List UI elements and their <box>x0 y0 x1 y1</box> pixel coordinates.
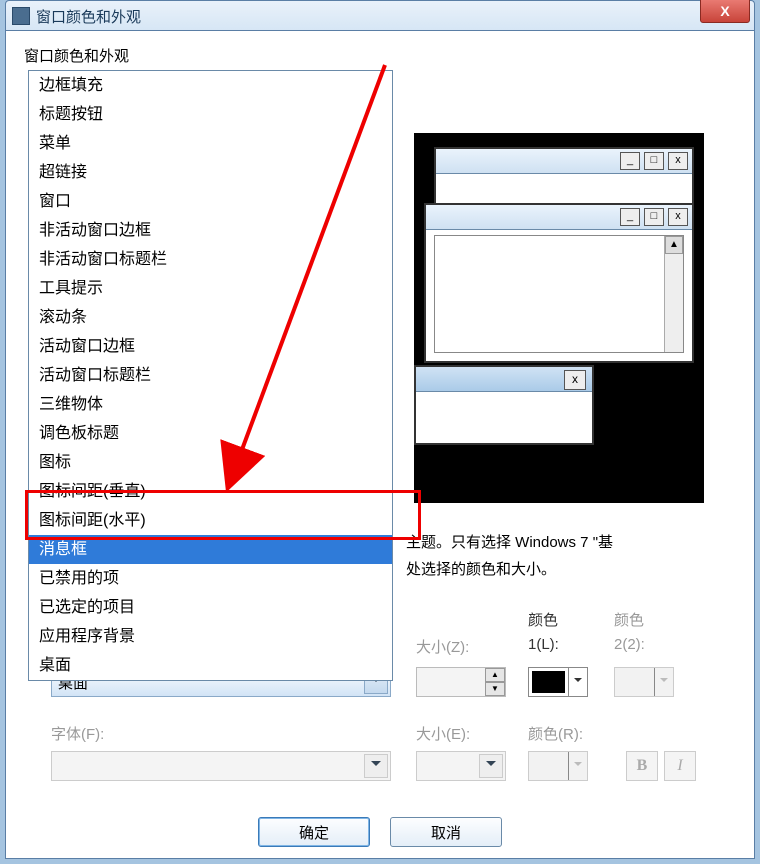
dropdown-option[interactable]: 超链接 <box>29 158 392 187</box>
font-size-combobox <box>416 751 506 781</box>
preview-area: _ □ x _ □ x ▲ x <box>414 133 704 503</box>
titlebar: 窗口颜色和外观 X <box>5 0 755 31</box>
chevron-down-icon <box>479 754 503 778</box>
desc-line2: 处选择的颜色和大小。 <box>406 561 556 578</box>
panel-title: 窗口颜色和外观 <box>24 45 736 66</box>
label-color2-hdr: 颜色 <box>614 609 644 630</box>
item-dropdown-list[interactable]: 边框填充标题按钮菜单超链接窗口非活动窗口边框非活动窗口标题栏工具提示滚动条活动窗… <box>28 70 393 681</box>
dropdown-option[interactable]: 菜单 <box>29 129 392 158</box>
italic-button: I <box>664 751 696 781</box>
cancel-button[interactable]: 取消 <box>390 817 502 847</box>
max-icon: □ <box>644 152 664 170</box>
font-color-button <box>528 751 588 781</box>
dropdown-option[interactable]: 标题按钮 <box>29 100 392 129</box>
preview-titlebar: _ □ x <box>436 149 692 174</box>
preview-message-box: x <box>414 365 594 445</box>
label-color3: 颜色(R): <box>528 723 583 744</box>
dropdown-option[interactable]: 窗口 <box>29 187 392 216</box>
dropdown-option[interactable]: 边框填充 <box>29 71 392 100</box>
dropdown-option[interactable]: 图标 <box>29 448 392 477</box>
dropdown-option[interactable]: 工具提示 <box>29 274 392 303</box>
dropdown-option[interactable]: 滚动条 <box>29 303 392 332</box>
label-size2: 大小(E): <box>416 723 470 744</box>
dropdown-option[interactable]: 非活动窗口标题栏 <box>29 245 392 274</box>
ok-button[interactable]: 确定 <box>258 817 370 847</box>
max-icon: □ <box>644 208 664 226</box>
min-icon: _ <box>620 152 640 170</box>
dropdown-option[interactable]: 应用程序背景 <box>29 622 392 651</box>
dropdown-option[interactable]: 已禁用的项 <box>29 564 392 593</box>
font-combobox <box>51 751 391 781</box>
dropdown-option[interactable]: 消息框 <box>29 535 392 564</box>
label-font: 字体(F): <box>51 723 104 744</box>
chevron-down-icon[interactable] <box>568 668 587 696</box>
description-text: 主题。只有选择 Windows 7 "基 处选择的颜色和大小。 <box>406 529 724 583</box>
close-icon: x <box>668 208 688 226</box>
chevron-down-icon <box>364 754 388 778</box>
label-color1: 1(L): <box>528 636 559 653</box>
preview-active-window: _ □ x ▲ <box>424 203 694 363</box>
dropdown-option[interactable]: 图标间距(垂直) <box>29 477 392 506</box>
dropdown-option[interactable]: 三维物体 <box>29 390 392 419</box>
desc-line1: 主题。只有选择 Windows 7 "基 <box>406 534 613 551</box>
color1-button[interactable] <box>528 667 588 697</box>
label-color1-hdr: 颜色 <box>528 609 558 630</box>
spin-down-icon[interactable]: ▼ <box>485 682 505 696</box>
label-color2: 2(2): <box>614 636 645 653</box>
dropdown-option[interactable]: 桌面 <box>29 651 392 680</box>
color-swatch <box>618 671 651 693</box>
dropdown-option[interactable]: 活动窗口边框 <box>29 332 392 361</box>
close-icon: x <box>564 370 586 390</box>
dropdown-option[interactable]: 活动窗口标题栏 <box>29 361 392 390</box>
close-button[interactable]: X <box>700 0 750 23</box>
size-spinner[interactable]: ▲▼ <box>416 667 506 697</box>
dropdown-option[interactable]: 已选定的项目 <box>29 593 392 622</box>
app-icon <box>12 7 30 25</box>
preview-titlebar: _ □ x <box>426 205 692 230</box>
color-swatch <box>532 671 565 693</box>
close-icon: x <box>668 152 688 170</box>
min-icon: _ <box>620 208 640 226</box>
dropdown-option[interactable]: 图标间距(水平) <box>29 506 392 535</box>
chevron-down-icon <box>654 668 673 696</box>
label-size: 大小(Z): <box>416 636 469 657</box>
preview-body: ▲ <box>434 235 684 353</box>
color-swatch <box>532 755 565 777</box>
preview-scrollbar: ▲ <box>664 236 683 352</box>
scroll-up-icon: ▲ <box>665 236 683 254</box>
spin-up-icon[interactable]: ▲ <box>485 668 505 682</box>
button-bar: 确定 取消 <box>6 812 754 852</box>
bold-button: B <box>626 751 658 781</box>
chevron-down-icon <box>568 752 587 780</box>
window-title: 窗口颜色和外观 <box>36 6 141 27</box>
dropdown-option[interactable]: 调色板标题 <box>29 419 392 448</box>
dropdown-option[interactable]: 非活动窗口边框 <box>29 216 392 245</box>
color2-button <box>614 667 674 697</box>
